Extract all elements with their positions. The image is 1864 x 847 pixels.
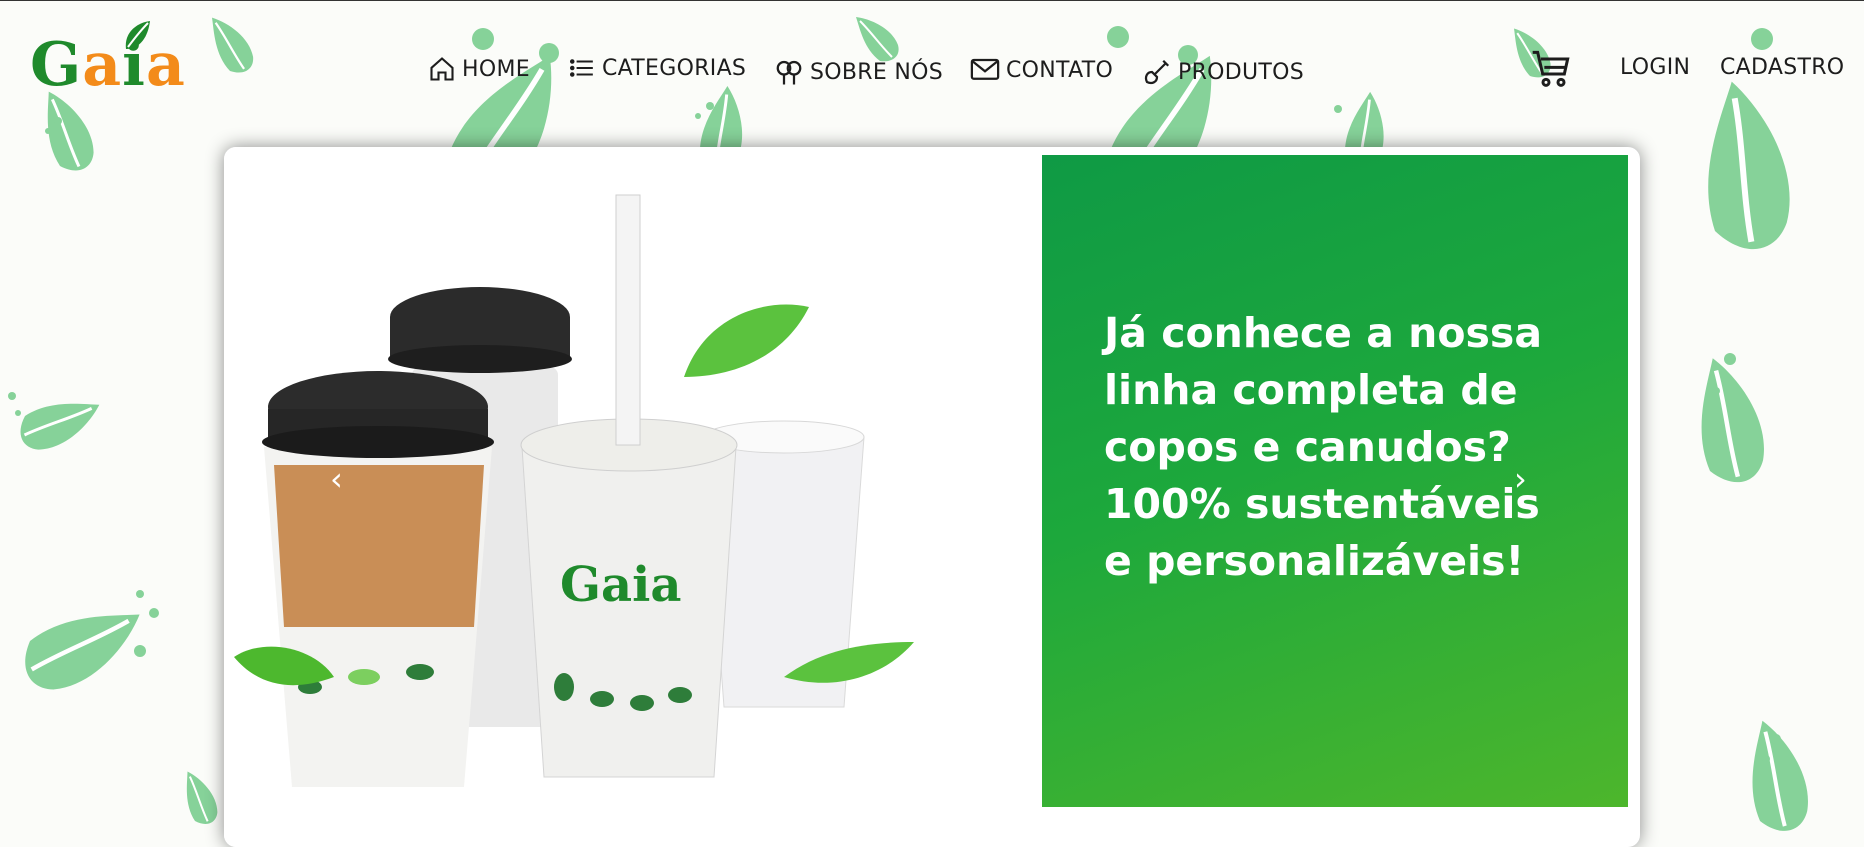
brand-logo[interactable]: Gaia bbox=[30, 21, 186, 95]
nav-produtos[interactable]: PRODUTOS bbox=[1142, 57, 1304, 87]
nav-home-label: HOME bbox=[462, 56, 530, 82]
tree-icon bbox=[776, 60, 802, 85]
promo-line: linha completa de bbox=[1104, 366, 1518, 414]
logo-leaf-icon bbox=[125, 21, 150, 49]
nav-sobre-nos-label: SOBRE NÓS bbox=[810, 59, 943, 85]
promo-line: copos e canudos? bbox=[1104, 423, 1511, 471]
mail-icon bbox=[970, 58, 1000, 80]
promo-line: 100% sustentáveis bbox=[1104, 480, 1540, 528]
cup-brand-logo: Gaia bbox=[560, 557, 681, 613]
nav-home[interactable]: HOME bbox=[428, 55, 530, 83]
logo-letter: a bbox=[82, 30, 123, 100]
nav-contato[interactable]: CONTATO bbox=[970, 57, 1113, 83]
logo-letter: G bbox=[30, 30, 83, 100]
cart-icon bbox=[1532, 50, 1570, 87]
nav-produtos-label: PRODUTOS bbox=[1178, 59, 1305, 85]
carousel-prev-arrow[interactable]: ‹ bbox=[330, 463, 343, 495]
cup-brand-logo-text: Gaia bbox=[560, 557, 682, 613]
home-icon bbox=[430, 57, 454, 81]
promo-line: e personalizáveis! bbox=[1104, 537, 1525, 585]
site-header: Gaia HOME CATEGORIAS SOBRE NÓS CONTATO P… bbox=[0, 1, 1864, 141]
cart-button[interactable] bbox=[1530, 49, 1572, 93]
login-link[interactable]: LOGIN bbox=[1620, 55, 1690, 80]
nav-categorias[interactable]: CATEGORIAS bbox=[568, 55, 746, 81]
cups-product-image bbox=[224, 147, 1044, 847]
shovel-icon bbox=[1144, 59, 1170, 85]
hero-carousel: Gaia Já conhece a nossa linha completa d… bbox=[224, 147, 1640, 847]
nav-categorias-label: CATEGORIAS bbox=[602, 55, 747, 81]
promo-line: Já conhece a nossa bbox=[1104, 309, 1543, 357]
promo-text: Já conhece a nossa linha completa de cop… bbox=[1104, 305, 1604, 590]
carousel-next-arrow[interactable]: › bbox=[1514, 463, 1527, 495]
signup-link[interactable]: CADASTRO bbox=[1720, 55, 1844, 80]
nav-sobre-nos[interactable]: SOBRE NÓS bbox=[774, 57, 943, 87]
nav-contato-label: CONTATO bbox=[1006, 57, 1114, 83]
promo-panel: Já conhece a nossa linha completa de cop… bbox=[1042, 155, 1628, 807]
list-icon bbox=[569, 59, 593, 77]
